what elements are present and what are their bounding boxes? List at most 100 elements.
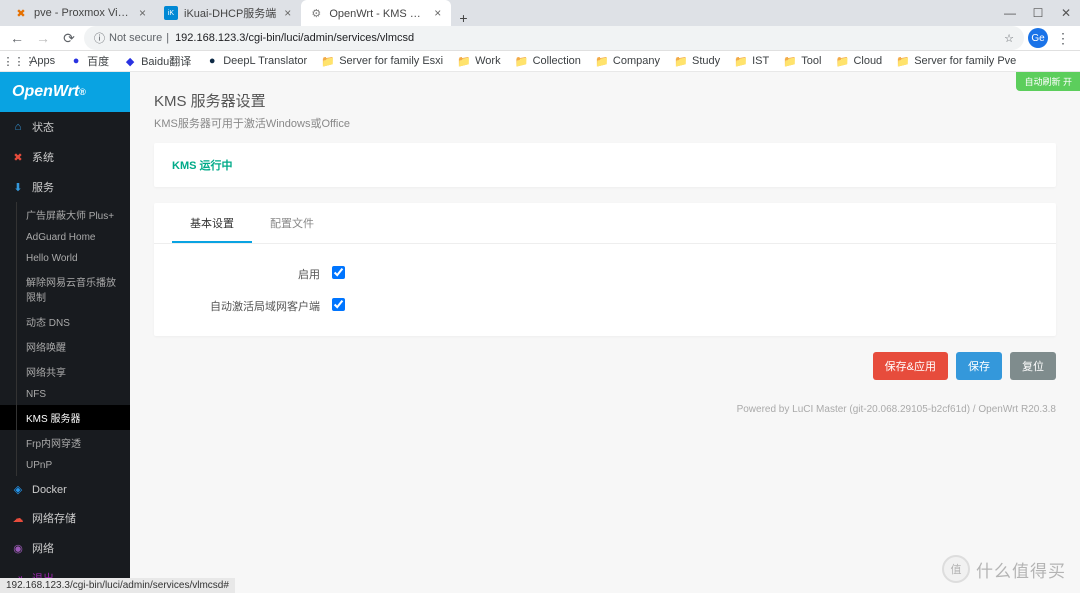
- browser-tab-active[interactable]: ⚙ OpenWrt - KMS 服务器 - LuCI ×: [301, 0, 451, 26]
- menu-button[interactable]: ⋮: [1052, 27, 1074, 49]
- bookmark-folder[interactable]: 📁Server for family Pve: [890, 52, 1022, 70]
- profile-avatar[interactable]: Ge: [1028, 28, 1048, 48]
- watermark: 值 什么值得买: [942, 555, 1066, 583]
- page-title: KMS 服务器设置: [154, 90, 1056, 111]
- bookmark-folder[interactable]: 📁Server for family Esxi: [315, 52, 449, 70]
- dashboard-icon: ⌂: [12, 121, 24, 133]
- tab-favicon: ✖: [14, 6, 28, 20]
- close-icon[interactable]: ×: [432, 6, 443, 20]
- watermark-text: 什么值得买: [976, 557, 1066, 582]
- tab-title: OpenWrt - KMS 服务器 - LuCI: [329, 5, 426, 21]
- bookmark-folder[interactable]: 📁IST: [728, 52, 775, 70]
- info-icon: ⓘ: [94, 30, 105, 46]
- reset-button[interactable]: 复位: [1010, 352, 1056, 380]
- back-button[interactable]: ←: [6, 27, 28, 49]
- minimize-button[interactable]: —: [996, 0, 1024, 26]
- bookmark-folder[interactable]: 📁Work: [451, 52, 506, 70]
- folder-icon: 📁: [595, 54, 609, 68]
- nav-status[interactable]: ⌂状态: [0, 112, 130, 142]
- folder-icon: 📁: [783, 54, 797, 68]
- page-description: KMS服务器可用于激活Windows或Office: [154, 115, 1056, 131]
- new-tab-button[interactable]: +: [451, 10, 475, 26]
- form-row-auto-activate: 自动激活局域网客户端: [172, 290, 1038, 322]
- save-button[interactable]: 保存: [956, 352, 1002, 380]
- label-enable: 启用: [172, 266, 332, 282]
- browser-status-bar: 192.168.123.3/cgi-bin/luci/admin/service…: [0, 578, 235, 593]
- tab-config[interactable]: 配置文件: [252, 203, 332, 243]
- nav-sub-item-active[interactable]: KMS 服务器: [0, 405, 130, 430]
- apps-icon: ⋮⋮⋮: [12, 54, 26, 68]
- nav-network[interactable]: ◉网络: [0, 533, 130, 563]
- save-apply-button[interactable]: 保存&应用: [873, 352, 948, 380]
- action-buttons: 保存&应用 保存 复位: [154, 352, 1056, 380]
- forward-button[interactable]: →: [32, 27, 54, 49]
- folder-icon: 📁: [674, 54, 688, 68]
- nav-sub-item[interactable]: 解除网易云音乐播放限制: [0, 269, 130, 309]
- watermark-badge: 值: [942, 555, 970, 583]
- security-indicator[interactable]: ⓘ Not secure |: [94, 30, 169, 46]
- folder-icon: 📁: [515, 54, 529, 68]
- settings-panel: 基本设置 配置文件 启用 自动激活局域网客户端: [154, 203, 1056, 336]
- checkbox-auto-activate[interactable]: [332, 298, 345, 311]
- logo[interactable]: OpenWrt®: [0, 72, 130, 112]
- nav-sub-item[interactable]: 网络唤醒: [0, 334, 130, 359]
- auto-refresh-toggle[interactable]: 自动刷新 开: [1016, 72, 1080, 91]
- browser-tab[interactable]: iK iKuai-DHCP服务端 ×: [156, 0, 301, 26]
- bookmark-folder[interactable]: 📁Cloud: [829, 52, 888, 70]
- folder-icon: 📁: [896, 54, 910, 68]
- bookmark-folder[interactable]: 📁Tool: [777, 52, 827, 70]
- nav-sub-item[interactable]: 动态 DNS: [0, 309, 130, 334]
- gear-icon: ✖: [12, 151, 24, 164]
- nav-sub-item[interactable]: AdGuard Home: [0, 227, 130, 248]
- docker-icon: ◈: [12, 483, 24, 496]
- bookmark-item[interactable]: ◆Baidu翻译: [117, 51, 197, 71]
- form-row-enable: 启用: [172, 258, 1038, 290]
- nav-nas[interactable]: ☁网络存储: [0, 503, 130, 533]
- nav-sub-item[interactable]: 网络共享: [0, 359, 130, 384]
- storage-icon: ☁: [12, 512, 24, 525]
- nav-system[interactable]: ✖系统: [0, 142, 130, 172]
- maximize-button[interactable]: ☐: [1024, 0, 1052, 26]
- download-icon: ⬇: [12, 181, 24, 194]
- bookmark-star-icon[interactable]: ☆: [1004, 32, 1014, 45]
- nav-sub-item[interactable]: Frp内网穿透: [0, 430, 130, 455]
- browser-tab-bar: ✖ pve - Proxmox Virtual Environme × iK i…: [0, 0, 1080, 26]
- nav-docker[interactable]: ◈Docker: [0, 476, 130, 503]
- tab-favicon: ⚙: [309, 6, 323, 20]
- url-input[interactable]: ⓘ Not secure | 192.168.123.3/cgi-bin/luc…: [84, 26, 1024, 50]
- folder-icon: 📁: [835, 54, 849, 68]
- bookmarks-bar: ⋮⋮⋮ Apps ●百度 ◆Baidu翻译 ●DeepL Translator …: [0, 51, 1080, 72]
- close-icon[interactable]: ×: [282, 6, 293, 20]
- main-content: 自动刷新 开 KMS 服务器设置 KMS服务器可用于激活Windows或Offi…: [130, 72, 1080, 593]
- bookmark-folder[interactable]: 📁Study: [668, 52, 726, 70]
- status-panel: KMS 运行中: [154, 143, 1056, 187]
- folder-icon: 📁: [734, 54, 748, 68]
- tab-basic[interactable]: 基本设置: [172, 203, 252, 243]
- settings-tabs: 基本设置 配置文件: [154, 203, 1056, 244]
- bookmark-item[interactable]: ●百度: [63, 51, 115, 71]
- nav-sub-item[interactable]: UPnP: [0, 455, 130, 476]
- bookmark-folder[interactable]: 📁Company: [589, 52, 666, 70]
- nav-sub-item[interactable]: Hello World: [0, 248, 130, 269]
- site-icon: ●: [69, 54, 83, 68]
- reload-button[interactable]: ⟳: [58, 27, 80, 49]
- site-icon: ●: [205, 54, 219, 68]
- close-window-button[interactable]: ✕: [1052, 0, 1080, 26]
- nav-sub-item[interactable]: NFS: [0, 384, 130, 405]
- url-text: 192.168.123.3/cgi-bin/luci/admin/service…: [175, 32, 414, 44]
- apps-button[interactable]: ⋮⋮⋮ Apps: [6, 52, 61, 70]
- close-icon[interactable]: ×: [137, 6, 148, 20]
- folder-icon: 📁: [321, 54, 335, 68]
- nav-sub-item[interactable]: 广告屏蔽大师 Plus+: [0, 202, 130, 227]
- folder-icon: 📁: [457, 54, 471, 68]
- checkbox-enable[interactable]: [332, 266, 345, 279]
- tab-favicon: iK: [164, 6, 178, 20]
- label-auto-activate: 自动激活局域网客户端: [172, 298, 332, 314]
- footer-credits: Powered by LuCI Master (git-20.068.29105…: [154, 404, 1056, 415]
- browser-tab[interactable]: ✖ pve - Proxmox Virtual Environme ×: [6, 0, 156, 26]
- nav-services[interactable]: ⬇服务: [0, 172, 130, 202]
- tab-title: iKuai-DHCP服务端: [184, 5, 276, 21]
- bookmark-folder[interactable]: 📁Collection: [509, 52, 587, 70]
- bookmark-item[interactable]: ●DeepL Translator: [199, 52, 313, 70]
- site-icon: ◆: [123, 54, 137, 68]
